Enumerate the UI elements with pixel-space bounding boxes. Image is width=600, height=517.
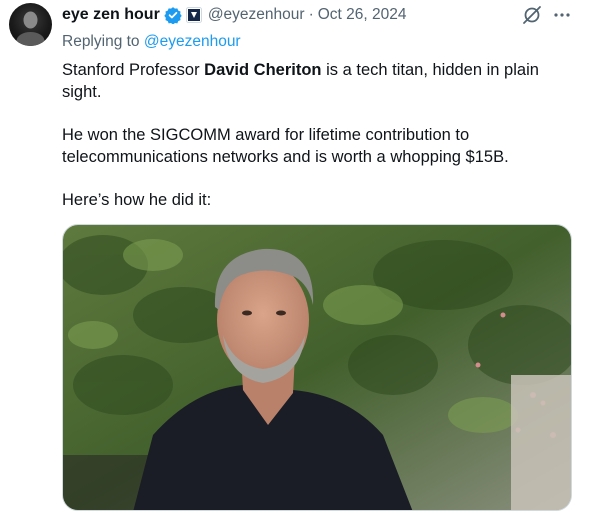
tweet-media-image[interactable]	[62, 224, 572, 511]
separator-dot: ·	[308, 6, 314, 23]
display-name[interactable]: eye zen hour	[62, 6, 160, 24]
text1-bold: David Cheriton	[204, 61, 322, 79]
tweet-text-paragraph-1: Stanford Professor David Cheriton is a t…	[62, 59, 582, 103]
tweet-text-paragraph-3: Here’s how he did it:	[62, 191, 212, 209]
verified-badge-icon[interactable]	[164, 6, 182, 25]
replying-prefix: Replying to	[62, 33, 144, 50]
tweet-header: eye zen hour @eyezenhour · Oct 26, 2024	[62, 4, 407, 26]
grok-icon[interactable]	[521, 4, 543, 26]
avatar[interactable]	[9, 3, 52, 46]
affiliate-badge-icon[interactable]	[185, 7, 202, 23]
replying-to: Replying to @eyezenhour	[62, 33, 241, 51]
tweet-text-paragraph-2: He won the SIGCOMM award for lifetime co…	[62, 126, 509, 166]
text1-pre: Stanford Professor	[62, 61, 205, 79]
handle[interactable]: @eyezenhour	[208, 6, 305, 24]
more-icon[interactable]	[551, 4, 573, 26]
tweet[interactable]: eye zen hour @eyezenhour · Oct 26, 2024	[0, 0, 600, 517]
tweet-date[interactable]: Oct 26, 2024	[318, 6, 407, 24]
replying-mention-link[interactable]: @eyezenhour	[144, 33, 241, 50]
